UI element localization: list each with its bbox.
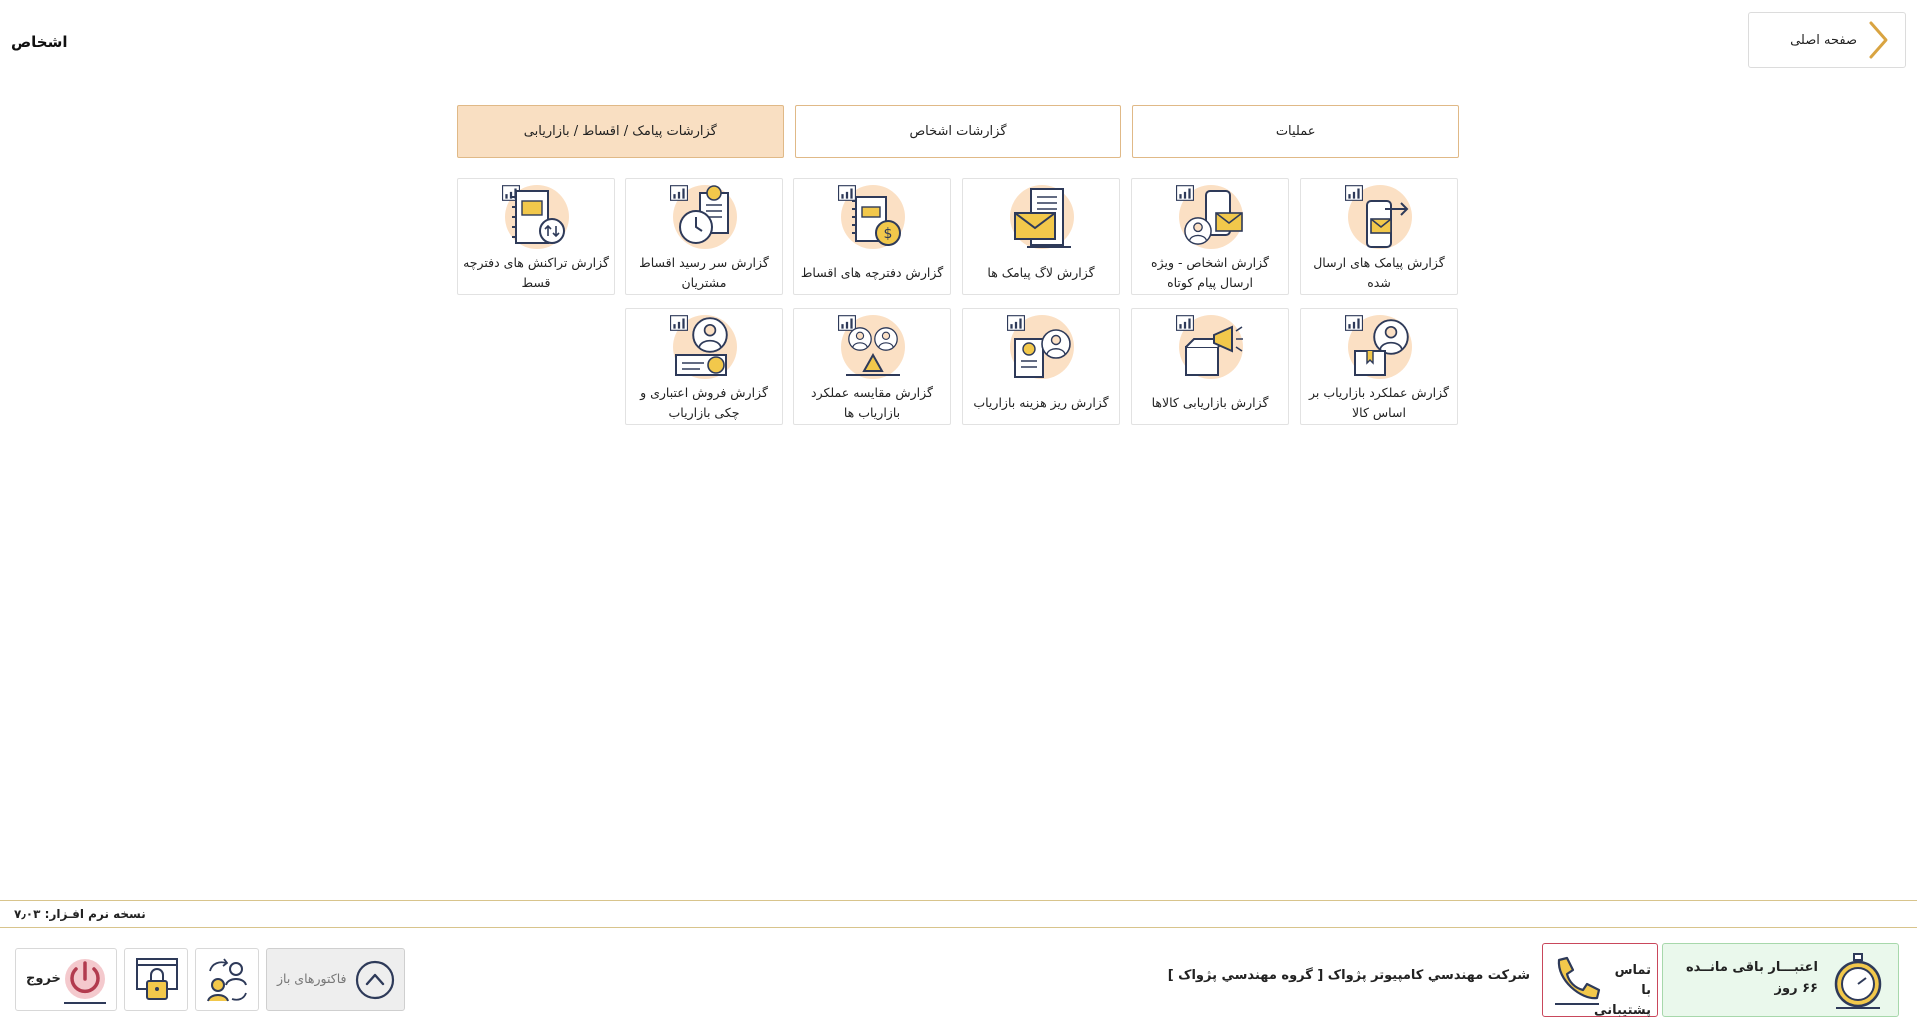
tile-installment-due-report[interactable]: گزارش سر رسید اقساط مشتریان: [625, 178, 783, 295]
home-button[interactable]: صفحه اصلی: [1748, 12, 1906, 68]
lock-icon: [136, 958, 178, 1000]
tile-marketer-cost-report[interactable]: گزارش ریز هزینه بازاریاب: [962, 308, 1120, 425]
tile-installment-transactions-report[interactable]: گزارش تراکنش های دفترچه قسط: [457, 178, 615, 295]
switch-user-button[interactable]: [195, 948, 259, 1011]
tile-installment-books-report[interactable]: $ گزارش دفترچه های اقساط: [793, 178, 951, 295]
tab-operations[interactable]: عملیات: [1132, 105, 1459, 158]
marketer-compare-icon: [838, 315, 905, 379]
credit-remaining-days: ۶۶ روز: [1774, 981, 1818, 996]
tile-product-marketing-report[interactable]: گزارش بازاریابی کالاها: [1131, 308, 1289, 425]
tab-persons-reports[interactable]: گزارشات اشخاص: [794, 105, 1122, 158]
software-version: نسخه نرم افـزار: ۷٫۰۳: [14, 907, 146, 921]
tile-marketer-performance-report[interactable]: گزارش عملکرد بازاریاب بر اساس کالا: [1300, 308, 1458, 425]
chevron-up-circle-icon: [355, 960, 395, 1000]
tile-sms-log-report[interactable]: گزارش لاگ پیامک ها: [962, 178, 1120, 295]
tile-label: گزارش دفترچه های اقساط: [800, 264, 944, 280]
power-icon: [64, 959, 106, 1004]
tile-label: گزارش تراکنش های دفترچه قسط: [463, 254, 609, 290]
sms-sent-report-icon: [1345, 185, 1412, 249]
switch-user-icon: [207, 958, 247, 1002]
sms-log-icon: [1010, 185, 1074, 249]
tile-label: گزارش فروش اعتباری و چکی بازاریاب: [640, 384, 768, 420]
credit-remaining-box[interactable]: اعتبـــار باقی مانــده ۶۶ روز: [1662, 943, 1899, 1017]
support-contact-button[interactable]: تماس با پشتیبانی: [1542, 943, 1658, 1018]
tile-credit-sales-report[interactable]: گزارش فروش اعتباری و چکی بازاریاب: [625, 308, 783, 425]
installment-books-icon: $: [838, 185, 905, 249]
tile-label: گزارش بازاریابی کالاها: [1151, 394, 1269, 410]
tile-label: گزارش ریز هزینه بازاریاب: [973, 394, 1109, 410]
marketer-performance-icon: [1345, 315, 1412, 379]
tile-sms-sent-report[interactable]: گزارش پیامک های ارسال شده: [1300, 178, 1458, 295]
home-button-label: صفحه اصلی: [1790, 32, 1857, 48]
chevron-right-icon: [1869, 21, 1888, 59]
stopwatch-icon: [1834, 953, 1882, 1009]
tile-label: گزارش عملکرد بازاریاب بر اساس کالا: [1309, 384, 1449, 420]
exit-button[interactable]: خروج: [15, 948, 117, 1011]
credit-remaining-label: اعتبـــار باقی مانــده: [1685, 960, 1818, 975]
open-invoices-button[interactable]: فاکتورهای باز: [266, 948, 405, 1011]
version-bar: نسخه نرم افـزار: ۷٫۰۳: [0, 900, 1917, 928]
installment-transactions-icon: [502, 185, 569, 249]
tab-bar: عملیات گزارشات اشخاص گزارشات پیامک / اقس…: [456, 105, 1459, 158]
lock-screen-button[interactable]: [124, 948, 188, 1011]
installment-due-icon: [670, 185, 737, 249]
tile-label: گزارش سر رسید اقساط مشتریان: [639, 254, 769, 290]
tile-label: گزارش لاگ پیامک ها: [987, 264, 1095, 280]
page-title: اشخاص: [11, 33, 68, 51]
tile-persons-sms-report[interactable]: گزارش اشخاص - ویژه ارسال پیام کوتاه: [1131, 178, 1289, 295]
tile-marketer-compare-report[interactable]: گزارش مقایسه عملکرد بازاریاب ها: [793, 308, 951, 425]
tile-label: گزارش مقایسه عملکرد بازاریاب ها: [811, 384, 933, 420]
credit-sales-icon: [670, 315, 737, 379]
tile-label: گزارش پیامک های ارسال شده: [1313, 254, 1445, 290]
marketer-cost-icon: [1007, 315, 1074, 379]
tile-label: گزارش اشخاص - ویژه ارسال پیام کوتاه: [1151, 254, 1269, 290]
tab-sms-installments-marketing-reports[interactable]: گزارشات پیامک / اقساط / بازاریابی: [456, 105, 784, 158]
open-invoices-label: فاکتورهای باز: [277, 971, 347, 986]
product-marketing-icon: [1176, 315, 1243, 379]
phone-icon: [1555, 956, 1601, 1005]
support-contact-label: تماس با پشتیبانی: [1594, 963, 1651, 1018]
company-name: شرکت مهندسي کامپيوتر پژواک [ گروه مهندسي…: [1167, 968, 1530, 983]
persons-sms-report-icon: [1176, 185, 1243, 249]
svg-text:$: $: [884, 226, 893, 242]
exit-label: خروج: [26, 971, 61, 986]
